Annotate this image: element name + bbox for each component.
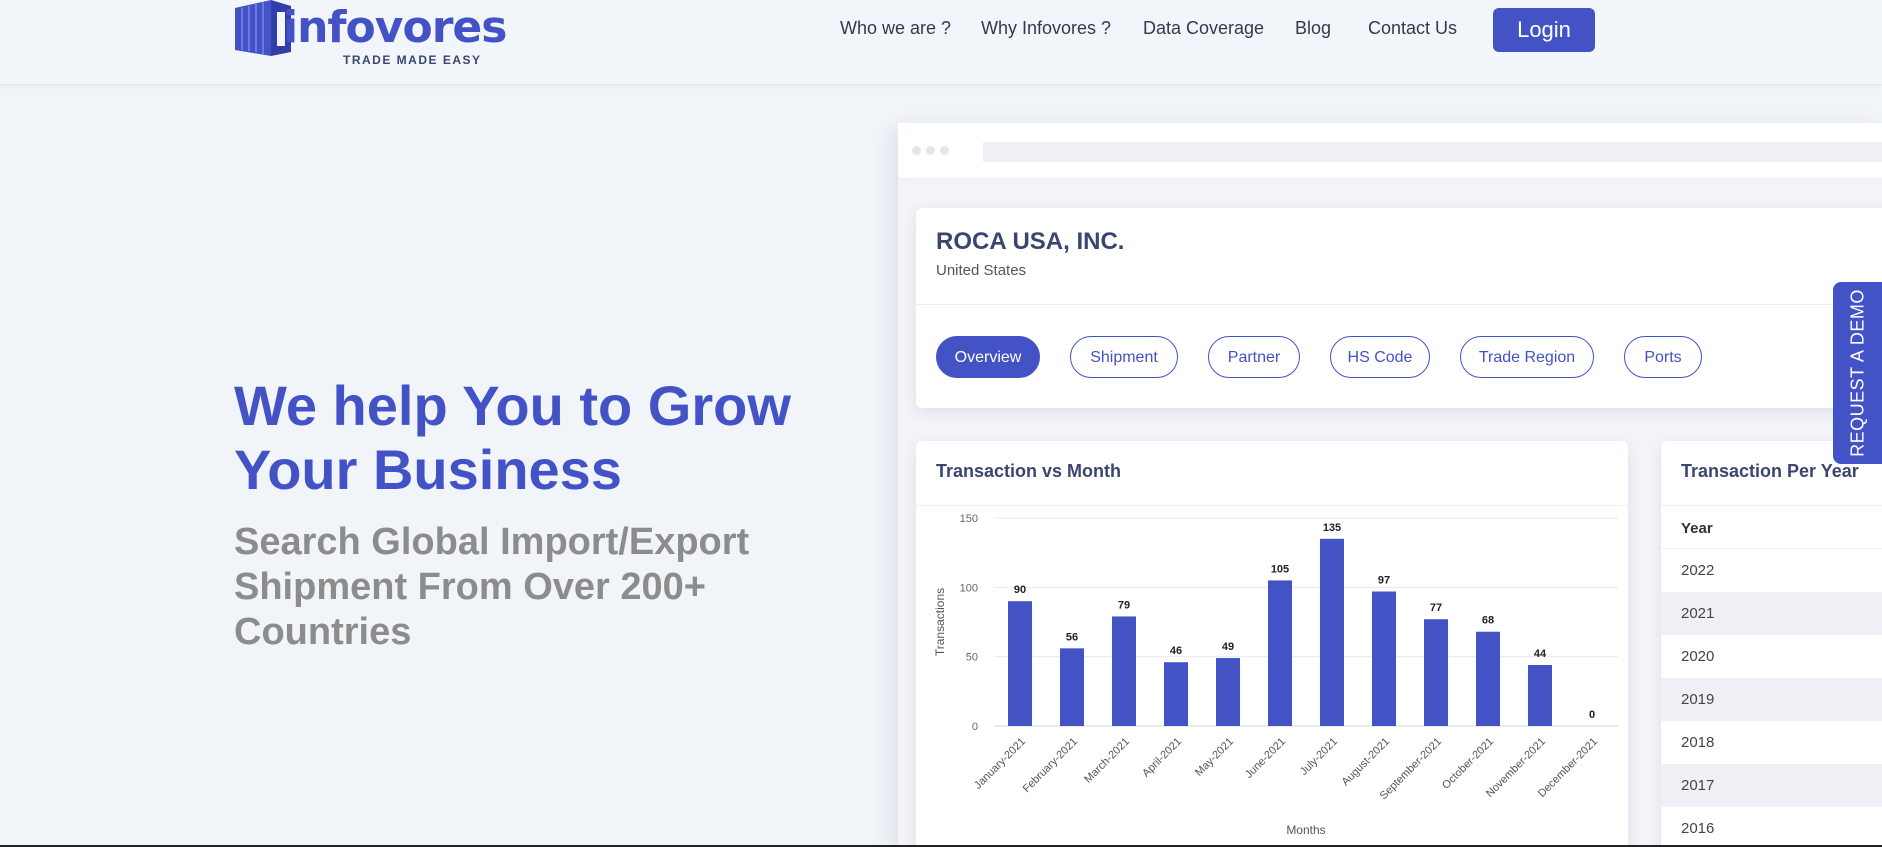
request-demo-tab[interactable]: REQUEST A DEMO [1833, 282, 1882, 464]
transaction-per-year-card: Transaction Per Year Year 2022 2021 2020… [1661, 441, 1882, 847]
x-tick-label: March-2021 [1082, 736, 1132, 786]
tab-overview[interactable]: Overview [936, 336, 1040, 378]
card-divider [1661, 505, 1882, 506]
x-tick-label: May-2021 [1193, 736, 1236, 779]
data-label: 97 [1378, 574, 1390, 586]
tab-shipment[interactable]: Shipment [1070, 336, 1178, 378]
year-row: 2016 [1681, 820, 1715, 837]
year-row: 2018 [1681, 734, 1715, 751]
site-header: infovores TRADE MADE EASY Who we are ? W… [0, 0, 1882, 85]
year-row: 2019 [1661, 678, 1882, 721]
data-label: 49 [1222, 641, 1234, 653]
address-bar [983, 142, 1882, 162]
window-dot-icon [926, 146, 935, 155]
data-label: 46 [1170, 645, 1182, 657]
dashboard-area: ROCA USA, INC. United States Overview Sh… [898, 179, 1882, 847]
company-country: United States [936, 262, 1027, 279]
year-row: 2020 [1681, 648, 1715, 665]
transactions-bar-chart: 0 50 100 150 90 January-2021 56 February-2021 79… [933, 513, 1618, 837]
data-label: 56 [1066, 631, 1078, 643]
y-tick-label: 100 [960, 582, 978, 594]
nav-contact-us[interactable]: Contact Us [1368, 18, 1457, 42]
transaction-chart-card: Transaction vs Month 0 50 100 150 90 January-… [916, 441, 1628, 847]
bar [1112, 616, 1136, 726]
year-card-title: Transaction Per Year [1681, 461, 1859, 481]
data-label: 135 [1323, 522, 1341, 534]
x-tick-label: June-2021 [1243, 736, 1288, 781]
bar [1528, 664, 1552, 726]
x-tick-label: February-2021 [1021, 736, 1081, 796]
y-tick-label: 150 [960, 513, 978, 525]
browser-toolbar [898, 123, 1882, 179]
infovores-logo[interactable]: infovores TRADE MADE EASY [233, 0, 507, 70]
x-axis-title: Months [1286, 823, 1325, 837]
x-tick-label: January-2021 [972, 736, 1028, 792]
bar [1268, 580, 1292, 726]
data-label: 105 [1271, 563, 1289, 575]
nav-why-infovores[interactable]: Why Infovores ? [981, 18, 1111, 42]
year-row: 2017 [1661, 764, 1882, 807]
window-dot-icon [912, 146, 921, 155]
x-tick-label: August-2021 [1340, 736, 1393, 789]
tab-partner[interactable]: Partner [1208, 336, 1300, 378]
hero-subtitle: Search Global Import/Export Shipment Fro… [234, 521, 750, 653]
tab-trade-region[interactable]: Trade Region [1460, 336, 1594, 378]
data-label: 68 [1482, 615, 1494, 627]
tab-hs-code[interactable]: HS Code [1330, 336, 1430, 378]
logo-wordmark: infovores [283, 2, 507, 53]
login-button[interactable]: Login [1493, 8, 1595, 52]
bar [1164, 662, 1188, 726]
year-row: 2021 [1661, 592, 1882, 635]
y-tick-label: 50 [966, 652, 978, 664]
nav-blog[interactable]: Blog [1295, 18, 1331, 42]
data-label: 0 [1589, 709, 1595, 721]
request-demo-label: REQUEST A DEMO [1847, 289, 1867, 457]
bar [1320, 538, 1344, 726]
data-label: 90 [1014, 584, 1026, 596]
bar [1216, 658, 1240, 726]
y-tick-label: 0 [972, 721, 978, 733]
bar [1476, 631, 1500, 726]
data-label: 77 [1430, 602, 1442, 614]
data-label: 79 [1118, 599, 1130, 611]
data-label: 44 [1534, 648, 1547, 660]
tab-ports[interactable]: Ports [1624, 336, 1702, 378]
logo-tagline: TRADE MADE EASY [343, 53, 482, 67]
bar [1060, 648, 1084, 726]
company-name: ROCA USA, INC. [936, 228, 1125, 255]
bar [1372, 591, 1396, 726]
bar [1424, 619, 1448, 726]
card-divider [916, 304, 1882, 305]
nav-data-coverage[interactable]: Data Coverage [1143, 18, 1264, 42]
x-tick-label: July-2021 [1298, 736, 1340, 778]
y-axis-title: Transactions [933, 588, 947, 656]
x-tick-label: October-2021 [1440, 736, 1496, 792]
window-dot-icon [940, 146, 949, 155]
year-column-header: Year [1681, 520, 1713, 537]
year-row: 2022 [1681, 562, 1715, 579]
hero-title: We help You to Grow Your Business [234, 374, 791, 501]
browser-mockup: ROCA USA, INC. United States Overview Sh… [898, 123, 1882, 847]
bar [1008, 601, 1032, 726]
chart-card-title: Transaction vs Month [936, 461, 1122, 481]
company-card: ROCA USA, INC. United States Overview Sh… [916, 208, 1882, 408]
nav-who-we-are[interactable]: Who we are ? [840, 18, 951, 42]
x-tick-label: April-2021 [1140, 736, 1184, 780]
